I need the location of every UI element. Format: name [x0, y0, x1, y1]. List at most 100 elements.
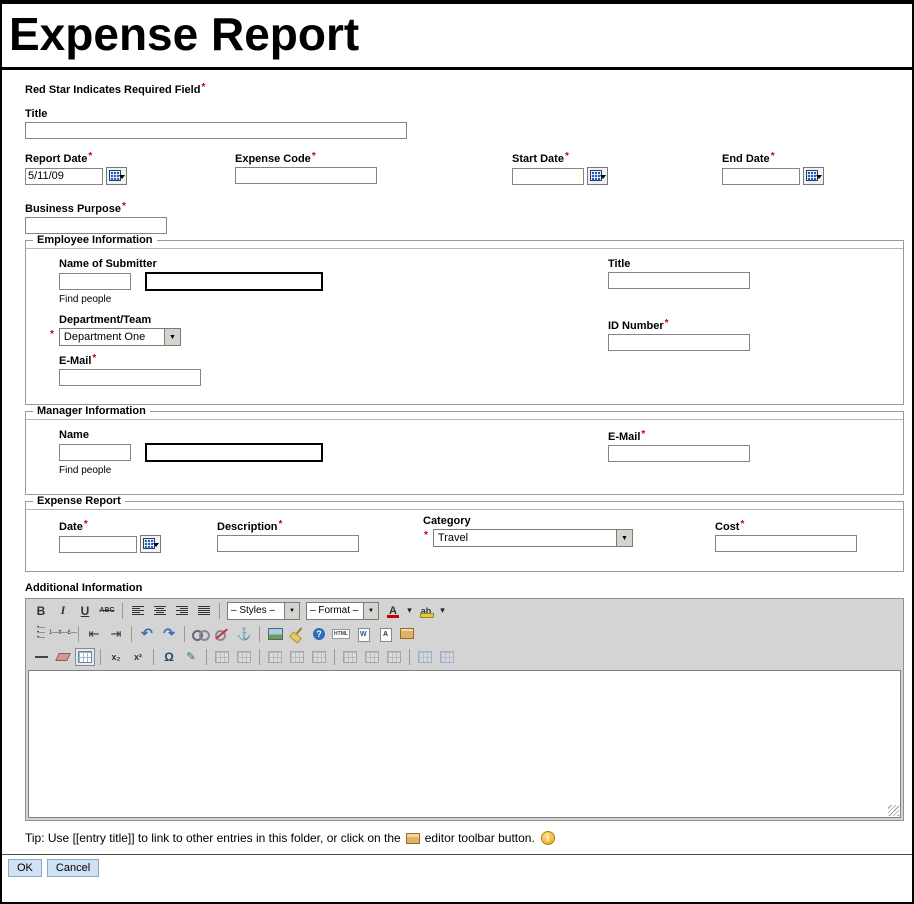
toolbar-separator [219, 603, 220, 619]
required-note-text: Red Star Indicates Required Field [25, 84, 200, 96]
bullet-list-icon[interactable] [31, 625, 51, 643]
form-content: Red Star Indicates Required Field * Title… [2, 70, 912, 845]
align-left-icon[interactable] [128, 602, 148, 620]
cleanup-icon[interactable] [287, 625, 307, 643]
submitter-name-input[interactable] [145, 272, 323, 291]
manager-email-input[interactable] [608, 445, 750, 462]
highlight-color-arrow-icon[interactable] [438, 602, 447, 620]
outdent-icon[interactable] [84, 625, 104, 643]
toolbar-separator [153, 649, 154, 665]
subscript-icon[interactable] [106, 648, 126, 666]
undo-icon[interactable] [137, 625, 157, 643]
expense-report-section: Expense Report Date* Description* Catego… [25, 495, 904, 572]
required-star: * [641, 429, 645, 440]
align-right-icon[interactable] [172, 602, 192, 620]
format-select-value: – Format – [307, 605, 363, 616]
html-source-icon[interactable] [331, 625, 351, 643]
italic-icon[interactable] [53, 602, 73, 620]
align-justify-icon[interactable] [194, 602, 214, 620]
expense-report-legend: Expense Report [33, 495, 125, 507]
table-row-props-icon [212, 648, 232, 666]
submitter-short-input[interactable] [59, 273, 131, 290]
strikethrough-icon[interactable] [97, 602, 117, 620]
indent-icon[interactable] [106, 625, 126, 643]
department-select-value: Department One [60, 331, 164, 343]
ok-button[interactable]: OK [8, 859, 42, 877]
section-divider [26, 509, 903, 510]
anchor-icon[interactable] [234, 625, 254, 643]
paste-text-icon[interactable] [375, 625, 395, 643]
numbered-list-icon[interactable] [53, 625, 73, 643]
expense-date-input[interactable] [59, 536, 137, 553]
special-char-icon[interactable] [159, 648, 179, 666]
end-date-picker-button[interactable] [803, 167, 824, 185]
date-code-row: Report Date* Expense Code* Start Date* E… [25, 153, 904, 197]
toolbar-separator [206, 649, 207, 665]
insert-col-after-icon [362, 648, 382, 666]
expense-date-label: Date* [59, 521, 161, 533]
format-select[interactable]: – Format – [306, 602, 379, 620]
employee-title-label: Title [608, 258, 750, 270]
toolbar-separator [409, 649, 410, 665]
superscript-icon[interactable] [128, 648, 148, 666]
category-select[interactable]: Travel [433, 529, 633, 547]
editor-resize-handle[interactable] [888, 805, 899, 816]
help-icon[interactable] [309, 625, 329, 643]
toolbar-separator [100, 649, 101, 665]
edit-attributes-icon[interactable] [181, 648, 201, 666]
highlight-color-icon[interactable] [416, 602, 436, 620]
report-date-picker-button[interactable] [106, 167, 127, 185]
expense-code-input[interactable] [235, 167, 377, 184]
employee-email-input[interactable] [59, 369, 201, 386]
business-purpose-label: Business Purpose* [25, 203, 904, 215]
business-purpose-input[interactable] [25, 217, 167, 234]
title-input[interactable] [25, 122, 407, 139]
department-label: Department/Team [59, 314, 903, 326]
find-people-link[interactable]: Find people [59, 294, 119, 305]
redo-icon[interactable] [159, 625, 179, 643]
expense-date-picker-button[interactable] [140, 535, 161, 553]
info-icon [541, 831, 555, 845]
underline-icon[interactable] [75, 602, 95, 620]
editor-content-area[interactable] [28, 670, 901, 818]
dropdown-arrow-icon [363, 603, 378, 619]
remove-link-icon[interactable] [212, 625, 232, 643]
insert-link-icon[interactable] [190, 625, 210, 643]
text-color-icon[interactable] [383, 602, 403, 620]
toggle-guidelines-icon[interactable] [75, 648, 95, 666]
align-center-icon[interactable] [150, 602, 170, 620]
expense-code-label: Expense Code* [235, 153, 377, 165]
paste-word-icon[interactable] [353, 625, 373, 643]
start-date-input[interactable] [512, 168, 584, 185]
start-date-picker-button[interactable] [587, 167, 608, 185]
end-date-input[interactable] [722, 168, 800, 185]
cancel-button[interactable]: Cancel [47, 859, 99, 877]
insert-image-icon[interactable] [265, 625, 285, 643]
manager-name-input[interactable] [145, 443, 323, 462]
box-icon [406, 833, 420, 844]
toolbar-separator [78, 626, 79, 642]
calendar-icon [143, 538, 155, 549]
required-star: * [424, 530, 428, 541]
remove-format-icon[interactable] [53, 648, 73, 666]
report-date-input[interactable] [25, 168, 103, 185]
styles-select[interactable]: – Styles – [227, 602, 300, 620]
description-input[interactable] [217, 535, 359, 552]
manager-information-legend: Manager Information [33, 405, 150, 417]
report-date-label: Report Date* [25, 153, 127, 165]
find-people-link[interactable]: Find people [59, 465, 119, 476]
tip-text-before: Tip: Use [[entry title]] to link to othe… [25, 831, 401, 845]
toolbar-separator [122, 603, 123, 619]
manager-information-section: Manager Information Name Find people E-M… [25, 405, 904, 495]
cost-input[interactable] [715, 535, 857, 552]
id-number-input[interactable] [608, 334, 750, 351]
text-color-arrow-icon[interactable] [405, 602, 414, 620]
bold-icon[interactable] [31, 602, 51, 620]
delete-row-icon [309, 648, 329, 666]
horizontal-rule-icon[interactable] [31, 648, 51, 666]
manager-short-input[interactable] [59, 444, 131, 461]
employee-title-input[interactable] [608, 272, 750, 289]
insert-box-icon[interactable] [397, 625, 417, 643]
split-cells-icon [415, 648, 435, 666]
department-select[interactable]: Department One [59, 328, 181, 346]
